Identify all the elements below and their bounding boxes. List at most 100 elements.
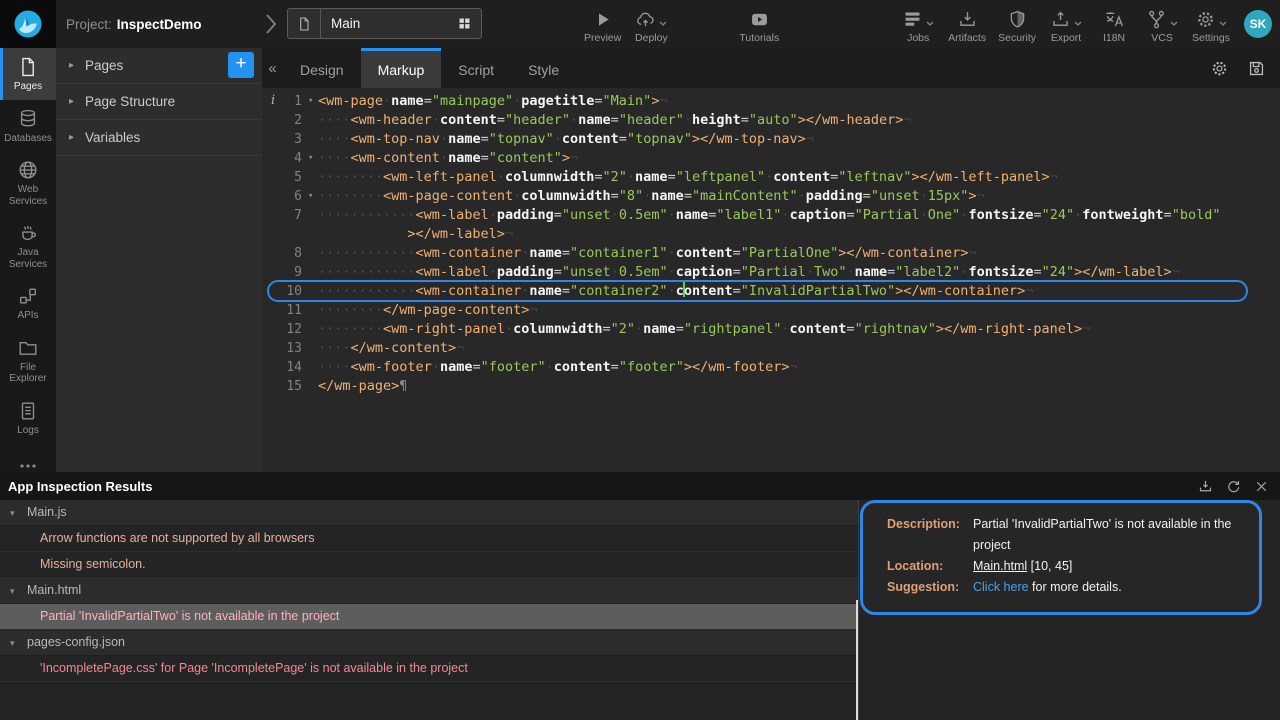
inspection-group-main.js[interactable]: ▾Main.js: [0, 500, 858, 526]
code-line[interactable]: 4▾····<wm-content·name="content">¬: [262, 149, 1280, 168]
code-line[interactable]: 12········<wm-right-panel·columnwidth="2…: [262, 320, 1280, 339]
code-line[interactable]: 15</wm-page>¶: [262, 377, 1280, 396]
line-number: 4: [262, 149, 308, 168]
fold-arrow-icon[interactable]: ▾: [308, 149, 318, 168]
location-file-link[interactable]: Main.html: [973, 559, 1027, 573]
sidebar-item-databases[interactable]: Databases: [0, 100, 56, 152]
line-number: 5: [262, 168, 308, 187]
current-page-name: Main: [331, 16, 449, 31]
line-number: 2: [262, 111, 308, 130]
project-name: InspectDemo: [117, 17, 202, 32]
fold-arrow-icon[interactable]: ▾: [308, 187, 318, 206]
sidebar-item-label: APIs: [17, 310, 38, 322]
sidebar-item-pages[interactable]: Pages: [0, 48, 56, 100]
save-icon[interactable]: [1247, 59, 1266, 78]
code-editor[interactable]: 1▾<wm-page·name="mainpage"·pagetitle="Ma…: [262, 88, 1280, 472]
preview-button[interactable]: Preview: [578, 0, 627, 48]
tab-style[interactable]: Style: [511, 48, 576, 88]
download-icon[interactable]: [1197, 478, 1214, 495]
panel-section-pages[interactable]: ▸Pages+: [56, 48, 262, 84]
video-icon: [749, 9, 770, 30]
inspection-issue[interactable]: 'IncompletePage.css' for Page 'Incomplet…: [0, 656, 858, 682]
description-label: Description:: [887, 514, 973, 535]
refresh-icon[interactable]: [1225, 478, 1242, 495]
sidebar-item-apis[interactable]: APIs: [0, 277, 56, 329]
i18n-button[interactable]: I18N: [1090, 0, 1138, 48]
selector-divider: [320, 9, 321, 38]
suggestion-rest: for more details.: [1029, 580, 1122, 594]
line-number: 7: [262, 206, 308, 225]
issue-detail-popup: Description: Partial 'InvalidPartialTwo'…: [860, 500, 1262, 615]
code-line[interactable]: 13····</wm-content>¬: [262, 339, 1280, 358]
code-line[interactable]: ></wm-label>¬: [262, 225, 1280, 244]
i18n-label: I18N: [1103, 32, 1125, 44]
tab-script[interactable]: Script: [441, 48, 511, 88]
sidebar-item-web-services[interactable]: Web Services: [0, 151, 56, 214]
chevron-right-icon: ▸: [69, 96, 74, 107]
sidebar-item-file-explorer[interactable]: File Explorer: [0, 329, 56, 392]
deploy-button[interactable]: Deploy: [627, 0, 675, 48]
fold-gutter: [308, 244, 318, 263]
export-label: Export: [1051, 32, 1081, 44]
settings-button[interactable]: Settings: [1186, 0, 1236, 48]
fold-gutter: [308, 111, 318, 130]
inspection-issue[interactable]: Arrow functions are not supported by all…: [0, 526, 858, 552]
chevron-right-icon: ▸: [69, 132, 74, 143]
code-text: </wm-page>¶: [318, 377, 407, 396]
fold-arrow-icon[interactable]: ▾: [308, 92, 318, 111]
line-number: 14: [262, 358, 308, 377]
panel-section-page-structure[interactable]: ▸Page Structure: [56, 84, 262, 120]
security-label: Security: [998, 32, 1036, 44]
app-logo[interactable]: [0, 0, 56, 48]
suggestion-link[interactable]: Click here: [973, 580, 1029, 594]
scrollbar-thumb[interactable]: [856, 600, 858, 720]
vcs-button[interactable]: VCS: [1138, 0, 1186, 48]
settings-gear-icon: [1195, 9, 1216, 30]
line-number: 8: [262, 244, 308, 263]
sidebar-item-logs[interactable]: Logs: [0, 392, 56, 444]
tab-design[interactable]: Design: [283, 48, 361, 88]
code-line[interactable]: 8············<wm-container·name="contain…: [262, 244, 1280, 263]
code-line[interactable]: 3····<wm-top-nav·name="topnav"·content="…: [262, 130, 1280, 149]
fold-gutter: [308, 339, 318, 358]
tutorials-button[interactable]: Tutorials: [733, 0, 785, 48]
panel-section-variables[interactable]: ▸ Variables: [56, 120, 262, 156]
jobs-button[interactable]: Jobs: [894, 0, 942, 48]
code-line[interactable]: 9············<wm-label·padding="unset·0.…: [262, 263, 1280, 282]
code-line[interactable]: 10············<wm-container·name="contai…: [262, 282, 1280, 301]
top-bar: Project: InspectDemo Main PreviewDeployT…: [0, 0, 1280, 48]
markup-settings-gear-icon[interactable]: [1210, 59, 1229, 78]
collapse-panel-icon[interactable]: «: [262, 48, 283, 88]
inspection-issue[interactable]: Partial 'InvalidPartialTwo' is not avail…: [0, 604, 858, 630]
pages-icon: [17, 56, 39, 78]
close-icon[interactable]: [1253, 478, 1270, 495]
code-line[interactable]: 14····<wm-footer·name="footer"·content="…: [262, 358, 1280, 377]
fold-gutter: [308, 320, 318, 339]
page-selector[interactable]: Main: [287, 8, 482, 39]
tab-markup[interactable]: Markup: [361, 48, 442, 88]
code-line[interactable]: 1▾<wm-page·name="mainpage"·pagetitle="Ma…: [262, 92, 1280, 111]
code-text: ····<wm-content·name="content">¬: [318, 149, 578, 168]
grid-icon[interactable]: [457, 16, 472, 31]
artifacts-button[interactable]: Artifacts: [942, 0, 992, 48]
sidebar-item-java-services[interactable]: Java Services: [0, 214, 56, 277]
code-line[interactable]: 6▾········<wm-page-content·columnwidth="…: [262, 187, 1280, 206]
panel-divider: [858, 500, 859, 720]
panel-section-label: Variables: [85, 130, 140, 145]
user-avatar[interactable]: SK: [1244, 10, 1272, 38]
vcs-branch-icon: [1146, 9, 1167, 30]
code-line[interactable]: 7············<wm-label·padding="unset·0.…: [262, 206, 1280, 225]
inspection-issue[interactable]: Missing semicolon.: [0, 552, 858, 578]
inspection-header: App Inspection Results: [0, 472, 1280, 500]
description-value: Partial 'InvalidPartialTwo' is not avail…: [973, 514, 1245, 556]
code-line[interactable]: 2····<wm-header·content="header"·name="h…: [262, 111, 1280, 130]
inspection-group-pages-config.json[interactable]: ▾pages-config.json: [0, 630, 858, 656]
export-icon: [1050, 9, 1071, 30]
code-line[interactable]: 11········</wm-page-content>¬: [262, 301, 1280, 320]
code-line[interactable]: 5········<wm-left-panel·columnwidth="2"·…: [262, 168, 1280, 187]
sidebar-item-label: Java Services: [0, 247, 56, 270]
security-button[interactable]: Security: [992, 0, 1042, 48]
export-button[interactable]: Export: [1042, 0, 1090, 48]
inspection-group-main.html[interactable]: ▾Main.html: [0, 578, 858, 604]
add-page-button[interactable]: +: [228, 52, 254, 78]
